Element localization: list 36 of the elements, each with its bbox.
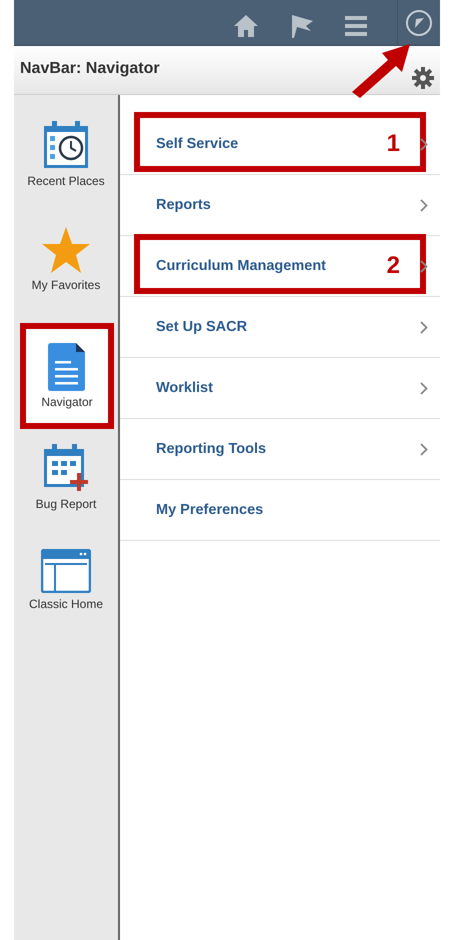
menu-item[interactable]: Reporting Tools: [156, 441, 420, 457]
sidebar-item[interactable]: My Favorites: [14, 226, 118, 308]
compass-icon[interactable]: [405, 8, 433, 36]
flag-icon[interactable]: [289, 12, 315, 38]
sidebar-item[interactable]: Recent Places: [14, 120, 118, 202]
menu-item[interactable]: Set Up SACR: [156, 319, 420, 335]
sidebar-item[interactable]: Classic Home: [14, 549, 118, 631]
chevron-right-icon[interactable]: [420, 442, 428, 456]
sidebar-label: Navigator: [41, 395, 93, 409]
sidebar-item[interactable]: Navigator: [20, 323, 114, 429]
settings-icon[interactable]: [412, 67, 434, 89]
document-icon: [48, 343, 86, 391]
menu-item[interactable]: Curriculum Management: [156, 258, 387, 274]
menu-item[interactable]: Worklist: [156, 380, 420, 396]
sidebar-label: Classic Home: [28, 597, 103, 611]
chevron-right-icon[interactable]: [420, 260, 428, 272]
star-icon: [41, 226, 91, 274]
window-icon: [41, 549, 91, 593]
calendar-plus-icon: [42, 443, 90, 493]
sidebar-item[interactable]: Bug Report: [14, 443, 118, 525]
menu-item[interactable]: My Preferences: [156, 502, 428, 518]
sidebar-label: Recent Places: [27, 174, 105, 188]
page-title: NavBar: Navigator: [20, 60, 160, 78]
menu-item[interactable]: Reports: [156, 197, 420, 213]
sidebar-label: Bug Report: [36, 497, 96, 511]
menu-icon[interactable]: [345, 16, 367, 36]
chevron-right-icon[interactable]: [420, 198, 428, 212]
callout-number: 2: [386, 252, 400, 280]
sidebar-label: My Favorites: [32, 278, 100, 292]
chevron-right-icon[interactable]: [420, 382, 428, 394]
home-icon[interactable]: [233, 14, 259, 38]
callout-number: 1: [386, 130, 400, 158]
chevron-right-icon[interactable]: [420, 320, 428, 334]
calendar-clock-icon: [42, 120, 90, 170]
menu-item[interactable]: Self Service: [156, 136, 387, 152]
chevron-right-icon[interactable]: [420, 138, 428, 150]
